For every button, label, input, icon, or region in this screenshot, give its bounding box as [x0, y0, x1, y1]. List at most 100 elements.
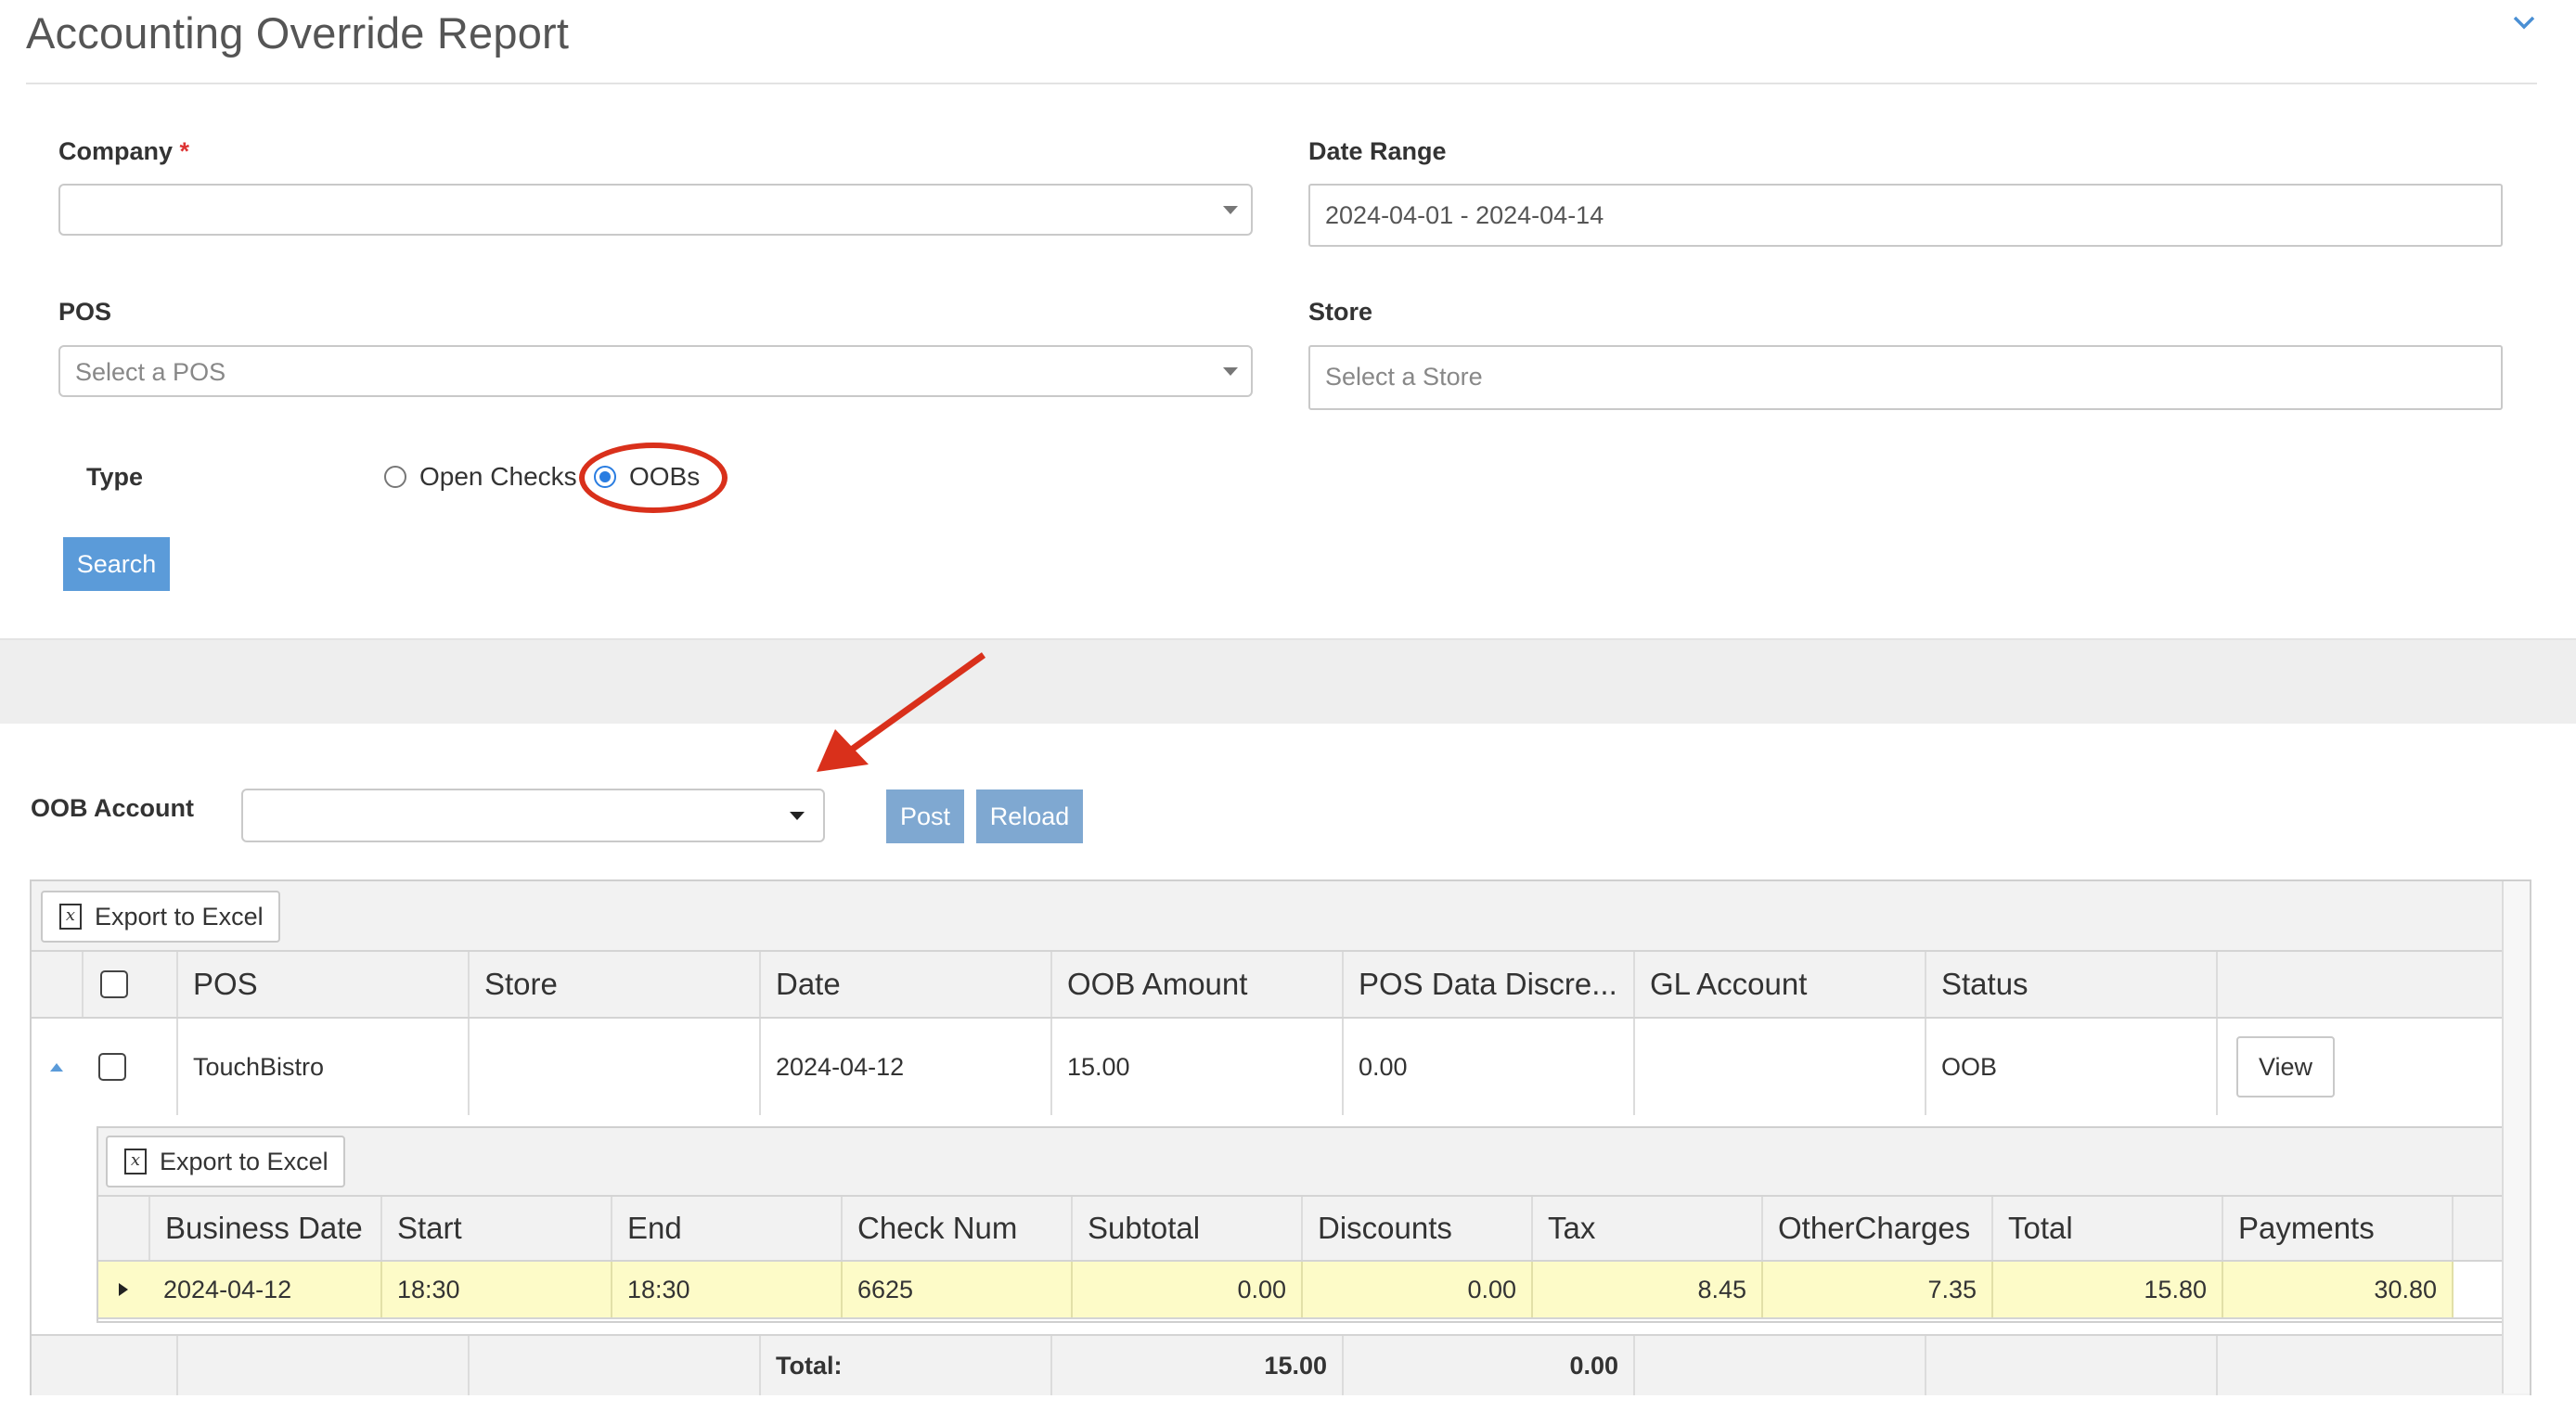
column-header-pos[interactable]: POS	[176, 952, 468, 1017]
export-excel-label: Export to Excel	[95, 903, 264, 931]
company-label-text: Company	[58, 137, 174, 165]
footer-spacer-4	[1633, 1336, 1925, 1395]
cell-gl-account	[1633, 1019, 1925, 1115]
table-row: TouchBistro 2024-04-12 15.00 0.00 OOB Vi…	[32, 1019, 2530, 1115]
cell-date: 2024-04-12	[759, 1019, 1050, 1115]
excel-icon: x	[124, 1149, 147, 1175]
radio-open-checks-label: Open Checks	[419, 462, 577, 491]
detail-header-subtotal[interactable]: Subtotal	[1071, 1197, 1301, 1260]
footer-spacer-3	[468, 1336, 759, 1395]
footer-pos-data-discrepancy-total: 0.00	[1342, 1336, 1633, 1395]
footer-spacer-2	[176, 1336, 468, 1395]
detail-header-check-num[interactable]: Check Num	[841, 1197, 1071, 1260]
caret-down-icon	[790, 812, 805, 820]
grid-scrollbar[interactable]	[2502, 881, 2530, 1393]
reload-button[interactable]: Reload	[976, 789, 1083, 843]
page-title: Accounting Override Report	[26, 8, 570, 58]
triangle-up-icon[interactable]	[50, 1062, 63, 1072]
caret-down-icon	[1223, 367, 1238, 376]
detail-header-end[interactable]: End	[611, 1197, 841, 1260]
filter-panel: Accounting Override Report Company * Dat…	[0, 0, 2576, 638]
cell-actions: View	[2216, 1019, 2504, 1115]
store-label: Store	[1308, 298, 1373, 326]
store-input[interactable]: Select a Store	[1308, 345, 2503, 410]
select-all-checkbox[interactable]	[100, 970, 128, 998]
detail-header-row: Business Date Start End Check Num Subtot…	[98, 1197, 2511, 1262]
detail-expand-cell[interactable]	[98, 1262, 148, 1317]
detail-cell-tax: 8.45	[1531, 1262, 1761, 1317]
cell-pos: TouchBistro	[176, 1019, 468, 1115]
detail-cell-business-date: 2024-04-12	[163, 1275, 292, 1303]
chevron-down-icon[interactable]	[2509, 7, 2539, 37]
detail-cell-start: 18:30	[380, 1262, 611, 1317]
detail-cell-payments: 30.80	[2222, 1262, 2452, 1317]
required-marker: *	[179, 137, 190, 165]
annotation-circle	[579, 443, 728, 513]
detail-cell-check-num: 6625	[841, 1262, 1071, 1317]
detail-header-total[interactable]: Total	[1991, 1197, 2222, 1260]
detail-header-tax[interactable]: Tax	[1531, 1197, 1761, 1260]
row-expand-cell[interactable]	[32, 1019, 82, 1115]
column-header-gl-account[interactable]: GL Account	[1633, 952, 1925, 1017]
excel-icon: x	[59, 904, 82, 930]
detail-cell-end: 18:30	[611, 1262, 841, 1317]
column-header-pos-data-discrepancy[interactable]: POS Data Discre...	[1342, 952, 1633, 1017]
column-header-actions	[2216, 952, 2504, 1017]
type-radio-open-checks[interactable]: Open Checks	[384, 462, 577, 492]
grid-toolbar: x Export to Excel	[32, 881, 2530, 952]
radio-open-checks[interactable]	[384, 466, 406, 488]
detail-header-start[interactable]: Start	[380, 1197, 611, 1260]
view-button[interactable]: View	[2236, 1036, 2335, 1098]
caret-down-icon	[1223, 206, 1238, 214]
footer-oob-amount-total: 15.00	[1050, 1336, 1342, 1395]
title-divider	[26, 83, 2537, 84]
company-select[interactable]	[58, 184, 1253, 236]
detail-export-excel-label: Export to Excel	[160, 1148, 328, 1175]
detail-cell-discounts: 0.00	[1301, 1262, 1531, 1317]
type-label: Type	[86, 463, 144, 491]
expand-column-header	[32, 952, 82, 1017]
footer-spacer-5	[1925, 1336, 2216, 1395]
company-label: Company *	[58, 137, 189, 166]
detail-header-business-date[interactable]: Business Date	[148, 1197, 380, 1260]
pos-label: POS	[58, 298, 112, 326]
detail-cell-subtotal: 0.00	[1071, 1262, 1301, 1317]
export-excel-button[interactable]: x Export to Excel	[41, 891, 280, 943]
post-button[interactable]: Post	[886, 789, 964, 843]
detail-header-other-charges[interactable]: OtherCharges	[1761, 1197, 1991, 1260]
column-header-status[interactable]: Status	[1925, 952, 2216, 1017]
oob-account-label: OOB Account	[31, 794, 195, 822]
footer-total-label: Total:	[759, 1336, 1050, 1395]
cell-store	[468, 1019, 759, 1115]
grid-header-row: POS Store Date OOB Amount POS Data Discr…	[32, 952, 2530, 1019]
cell-oob-amount: 15.00	[1050, 1019, 1342, 1115]
row-select-cell	[82, 1019, 176, 1115]
footer-spacer-6	[2216, 1336, 2504, 1395]
cell-status: OOB	[1925, 1019, 2216, 1115]
column-header-store[interactable]: Store	[468, 952, 759, 1017]
detail-header-discounts[interactable]: Discounts	[1301, 1197, 1531, 1260]
annotation-arrow-icon	[817, 652, 986, 772]
grid-footer-row: Total: 15.00 0.00	[32, 1334, 2530, 1395]
oob-account-select[interactable]	[241, 789, 825, 842]
detail-grid: x Export to Excel Business Date Start En…	[97, 1126, 2513, 1323]
detail-header-payments[interactable]: Payments	[2222, 1197, 2452, 1260]
detail-table-row[interactable]: 2024-04-12 18:30 18:30 6625 0.00 0.00 8.…	[98, 1262, 2511, 1319]
row-checkbox[interactable]	[98, 1053, 126, 1081]
date-range-input[interactable]: 2024-04-01 - 2024-04-14	[1308, 184, 2503, 247]
detail-cell-other-charges: 7.35	[1761, 1262, 1991, 1317]
pos-select-placeholder: Select a POS	[75, 358, 226, 386]
detail-expand-header	[98, 1197, 148, 1260]
detail-export-excel-button[interactable]: x Export to Excel	[106, 1136, 345, 1187]
column-header-oob-amount[interactable]: OOB Amount	[1050, 952, 1342, 1017]
oob-grid: x Export to Excel POS Store Date OOB Amo…	[30, 879, 2531, 1395]
cell-pos-data-discrepancy: 0.00	[1342, 1019, 1633, 1115]
column-header-date[interactable]: Date	[759, 952, 1050, 1017]
triangle-right-icon[interactable]	[119, 1283, 128, 1296]
section-separator	[0, 638, 2576, 724]
detail-cell-total: 15.80	[1991, 1262, 2222, 1317]
search-button[interactable]: Search	[63, 537, 170, 591]
detail-toolbar: x Export to Excel	[98, 1128, 2511, 1197]
date-range-label: Date Range	[1308, 137, 1447, 165]
pos-select[interactable]: Select a POS	[58, 345, 1253, 397]
